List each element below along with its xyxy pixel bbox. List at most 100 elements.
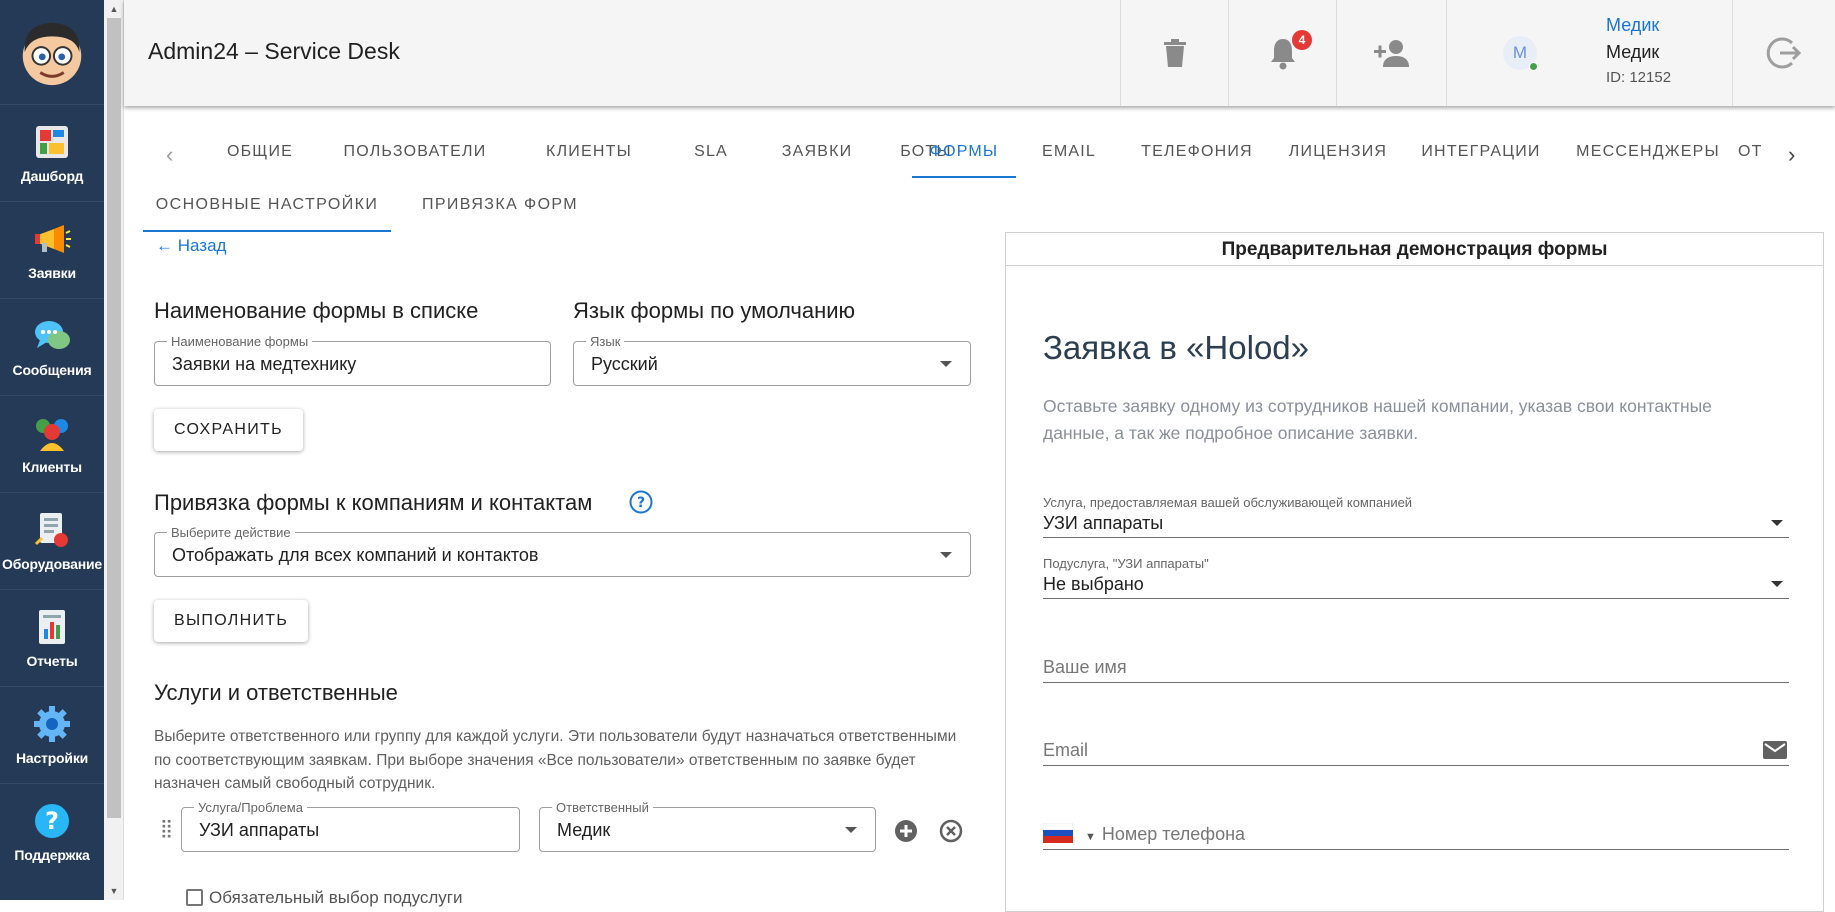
reports-icon bbox=[39, 610, 65, 644]
sidebar-item-label: Отчеты bbox=[26, 653, 78, 669]
tab-messengers[interactable]: МЕССЕНДЖЕРЫ bbox=[1558, 130, 1738, 178]
tab-tickets[interactable]: ЗАЯВКИ bbox=[758, 130, 876, 178]
dropdown-caret-icon bbox=[940, 552, 952, 558]
service-field-value: УЗИ аппараты bbox=[199, 820, 320, 840]
sidebar-item-clients[interactable]: Клиенты bbox=[0, 395, 104, 492]
page-scrollbar[interactable]: ▲ ▼ bbox=[104, 0, 124, 900]
action-select-label: Выберите действие bbox=[167, 525, 295, 540]
sidebar-item-equipment[interactable]: Оборудование bbox=[0, 492, 104, 589]
form-name-section-title: Наименование формы в списке bbox=[154, 298, 479, 323]
language-select-value: Русский bbox=[591, 354, 658, 374]
scroll-down-arrow-icon[interactable]: ▼ bbox=[104, 882, 124, 900]
preview-phone-placeholder: Номер телефона bbox=[1101, 824, 1246, 844]
question-circle-icon[interactable]: ? bbox=[629, 490, 653, 514]
checkbox-box[interactable] bbox=[186, 889, 203, 906]
service-field-label: Услуга/Проблема bbox=[194, 800, 307, 815]
help-icon: ? bbox=[35, 804, 69, 838]
sidebar-item-label: Заявки bbox=[28, 265, 76, 281]
services-section-title: Услуги и ответственные bbox=[154, 680, 398, 705]
preview-title: Предварительная демонстрация формы bbox=[1006, 233, 1823, 266]
tab-general[interactable]: ОБЩИЕ bbox=[204, 130, 316, 178]
sidebar-item-label: Сообщения bbox=[12, 362, 92, 378]
required-subservice-checkbox[interactable]: Обязательный выбор подуслуги bbox=[186, 888, 463, 908]
tab-users[interactable]: ПОЛЬЗОВАТЕЛИ bbox=[316, 130, 514, 178]
language-select[interactable]: Язык Русский bbox=[573, 334, 971, 386]
app-title: Admin24 – Service Desk bbox=[148, 38, 400, 64]
preview-subservice-label: Подуслуга, "УЗИ аппараты" bbox=[1043, 556, 1209, 571]
sidebar-item-label: Оборудование bbox=[2, 556, 102, 572]
responsible-select[interactable]: Ответственный Медик bbox=[539, 800, 876, 852]
tab-license[interactable]: ЛИЦЕНЗИЯ bbox=[1272, 130, 1404, 178]
tab-forms[interactable]: ФОРМЫ bbox=[912, 130, 1016, 178]
tab-other[interactable]: ОТ bbox=[1738, 130, 1788, 178]
trash-button[interactable] bbox=[1120, 0, 1228, 106]
subtab-form-binding[interactable]: ПРИВЯЗКА ФОРМ bbox=[410, 182, 590, 232]
scrollbar-thumb[interactable] bbox=[107, 18, 121, 818]
add-user-button[interactable] bbox=[1336, 0, 1446, 106]
sidebar: Дашборд Заявки Сообщения Клиенты Оборудо… bbox=[0, 0, 104, 900]
notifications-button[interactable]: 4 bbox=[1228, 0, 1336, 106]
logout-button[interactable] bbox=[1732, 0, 1835, 106]
scroll-up-arrow-icon[interactable]: ▲ bbox=[104, 0, 124, 18]
user-id: ID: 12152 bbox=[1606, 69, 1672, 86]
form-name-field[interactable]: Наименование формы Заявки на медтехнику bbox=[154, 334, 551, 386]
settings-tabs: ‹ ОБЩИЕ ПОЛЬЗОВАТЕЛИ КЛИЕНТЫ SLA ЗАЯВКИ … bbox=[124, 130, 1835, 178]
tab-sla[interactable]: SLA bbox=[664, 130, 758, 178]
sidebar-item-support[interactable]: ? Поддержка bbox=[0, 783, 104, 880]
user-profile[interactable]: М Медик Медик ID: 12152 bbox=[1446, 0, 1732, 106]
preview-service-select[interactable]: Услуга, предоставляемая вашей обслуживаю… bbox=[1043, 495, 1789, 538]
action-select-value: Отображать для всех компаний и контактов bbox=[172, 545, 539, 565]
responsible-select-label: Ответственный bbox=[552, 800, 653, 815]
megaphone-icon bbox=[35, 225, 71, 253]
checkbox-label: Обязательный выбор подуслуги bbox=[209, 888, 463, 907]
sidebar-item-messages[interactable]: Сообщения bbox=[0, 298, 104, 395]
preview-subtitle: Оставьте заявку одному из сотрудников на… bbox=[1043, 396, 1712, 443]
gear-icon bbox=[34, 706, 70, 742]
preview-name-placeholder: Ваше имя bbox=[1043, 657, 1127, 677]
tab-integrations[interactable]: ИНТЕГРАЦИИ bbox=[1404, 130, 1558, 178]
top-header: Admin24 – Service Desk 4 М Медик Медик I… bbox=[124, 0, 1835, 106]
preview-subservice-value: Не выбрано bbox=[1043, 574, 1144, 594]
sidebar-item-tickets[interactable]: Заявки bbox=[0, 201, 104, 298]
subtab-main-settings[interactable]: ОСНОВНЫЕ НАСТРОЙКИ bbox=[143, 182, 391, 232]
user-profile-link[interactable]: Медик bbox=[1606, 15, 1659, 36]
drag-handle-icon[interactable]: ⣿ bbox=[160, 818, 173, 839]
preview-name-input[interactable]: Ваше имя bbox=[1043, 657, 1789, 683]
save-button[interactable]: СОХРАНИТЬ bbox=[154, 409, 303, 451]
equipment-icon bbox=[34, 513, 68, 547]
cartoon-face-icon bbox=[22, 22, 82, 86]
preview-heading: Заявка в «Holod» bbox=[1043, 329, 1309, 366]
remove-circle-icon[interactable] bbox=[938, 818, 964, 844]
notification-count-badge: 4 bbox=[1292, 30, 1312, 50]
tabs-scroll-right-icon[interactable]: › bbox=[1788, 142, 1795, 168]
sidebar-item-label: Поддержка bbox=[14, 847, 90, 863]
back-link-label: Назад bbox=[177, 236, 227, 255]
user-name: Медик bbox=[1606, 42, 1660, 62]
service-field[interactable]: Услуга/Проблема УЗИ аппараты bbox=[181, 800, 520, 852]
form-preview-panel: Предварительная демонстрация формы Заявк… bbox=[1005, 232, 1824, 912]
country-dropdown-caret-icon[interactable]: ▼ bbox=[1085, 831, 1096, 843]
svg-text:?: ? bbox=[637, 495, 645, 511]
chat-icon bbox=[35, 321, 70, 349]
tab-email[interactable]: EMAIL bbox=[1016, 130, 1122, 178]
sidebar-item-reports[interactable]: Отчеты bbox=[0, 589, 104, 686]
mail-icon bbox=[1763, 741, 1787, 759]
tabs-scroll-left-icon[interactable]: ‹ bbox=[166, 142, 173, 168]
preview-subservice-select[interactable]: Подуслуга, "УЗИ аппараты" Не выбрано bbox=[1043, 556, 1789, 599]
back-link[interactable]: ← Назад bbox=[156, 236, 226, 256]
preview-phone-input[interactable]: ▼ Номер телефона bbox=[1043, 823, 1789, 850]
sidebar-item-settings[interactable]: Настройки bbox=[0, 686, 104, 783]
form-name-field-value: Заявки на медтехнику bbox=[172, 354, 357, 374]
preview-email-input[interactable]: Email bbox=[1043, 740, 1789, 766]
services-description: Выберите ответственного или группу для к… bbox=[154, 728, 957, 792]
execute-button[interactable]: ВЫПОЛНИТЬ bbox=[154, 600, 309, 642]
clients-icon bbox=[36, 419, 68, 451]
action-select[interactable]: Выберите действие Отображать для всех ко… bbox=[154, 525, 971, 577]
sidebar-item-dashboard[interactable]: Дашборд bbox=[0, 104, 104, 201]
russia-flag-icon[interactable] bbox=[1043, 823, 1073, 843]
dropdown-caret-icon bbox=[1771, 581, 1783, 587]
tab-telephony[interactable]: ТЕЛЕФОНИЯ bbox=[1122, 130, 1272, 178]
app-logo-avatar[interactable] bbox=[0, 0, 104, 104]
add-circle-icon[interactable] bbox=[893, 818, 919, 844]
tab-clients[interactable]: КЛИЕНТЫ bbox=[514, 130, 664, 178]
